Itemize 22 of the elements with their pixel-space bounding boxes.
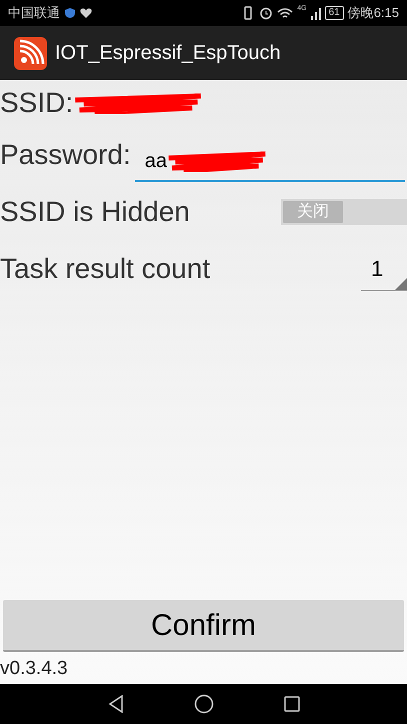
carrier-text: 中国联通	[8, 4, 60, 22]
ssid-label: SSID:	[0, 86, 74, 120]
back-icon[interactable]	[108, 695, 124, 713]
hidden-label: SSID is Hidden	[0, 195, 191, 229]
clock-text: 傍晚6:15	[348, 4, 399, 22]
task-count-label: Task result count	[0, 252, 212, 286]
home-icon[interactable]	[194, 694, 214, 714]
password-field[interactable]: aa	[134, 142, 405, 182]
wifi-icon	[277, 6, 294, 20]
version-text: v0.3.4.3	[0, 657, 69, 681]
alarm-icon	[259, 6, 274, 20]
count-dropdown[interactable]: 1	[361, 247, 407, 291]
shield-icon	[64, 7, 76, 19]
recents-icon[interactable]	[284, 696, 300, 712]
password-label: Password:	[0, 138, 131, 172]
app-title: IOT_Espressif_EspTouch	[55, 41, 281, 66]
signal-icon	[310, 6, 321, 20]
heart-icon	[80, 7, 92, 19]
app-logo-icon	[14, 36, 47, 70]
battery-indicator: 61	[324, 6, 344, 20]
dropdown-corner-icon	[395, 278, 407, 290]
confirm-button[interactable]: Confirm	[3, 600, 404, 652]
